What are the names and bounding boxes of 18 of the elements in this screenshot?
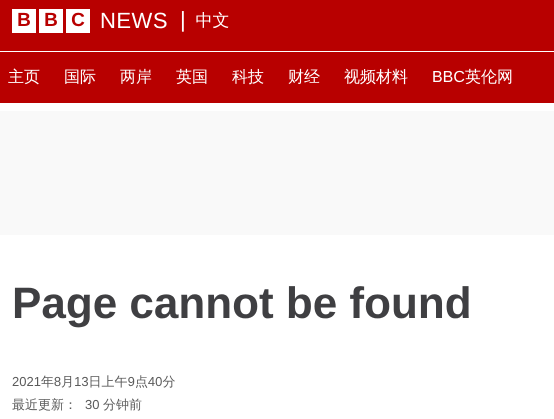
nav-link[interactable]: 国际 xyxy=(64,67,96,88)
nav-link[interactable]: 科技 xyxy=(232,67,264,88)
separator: | xyxy=(180,6,186,32)
logo-letter: B xyxy=(39,8,63,32)
publish-date: 2021年8月13日上午9点40分 xyxy=(12,373,176,391)
edition-label: 中文 xyxy=(196,10,230,32)
logo-letter: B xyxy=(12,8,36,32)
nav-link[interactable]: 英国 xyxy=(176,67,208,88)
page-title: Page cannot be found xyxy=(12,279,473,329)
nav-link[interactable]: 主页 xyxy=(8,67,40,88)
logo-letter: C xyxy=(66,8,90,32)
nav-link[interactable]: 财经 xyxy=(288,67,320,88)
nav-link[interactable]: BBC英伦网 xyxy=(432,67,513,88)
brand-name: NEWS xyxy=(100,8,168,34)
updated-time: 30 分钟前 xyxy=(85,396,142,414)
nav-link[interactable]: 两岸 xyxy=(120,67,152,88)
updated-label: 最近更新： xyxy=(12,396,77,414)
nav-link[interactable]: 视频材料 xyxy=(344,67,408,88)
